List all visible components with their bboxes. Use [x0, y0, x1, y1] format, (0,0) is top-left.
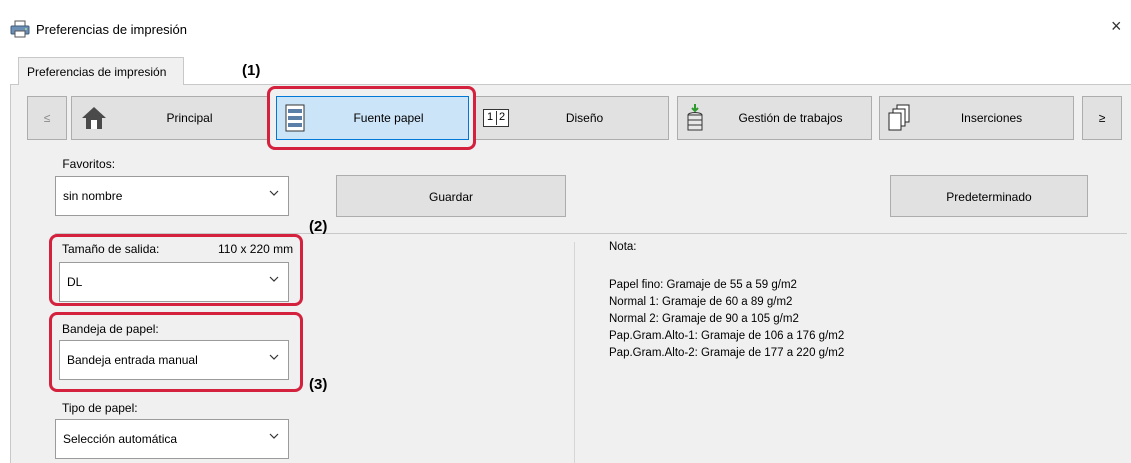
- callout-3: (3): [309, 376, 328, 393]
- tab-principal-label: Principal: [166, 111, 213, 125]
- nav-prev-button[interactable]: ≤: [27, 96, 67, 140]
- paper-type-label: Tipo de papel:: [62, 401, 138, 415]
- paper-type-select[interactable]: Selección automática: [55, 419, 289, 459]
- favorites-value: sin nombre: [63, 189, 123, 203]
- callout-1: (1): [242, 62, 261, 79]
- window-title: Preferencias de impresión: [36, 22, 188, 37]
- note-line: Normal 2: Gramaje de 90 a 105 g/m2: [609, 313, 799, 325]
- printer-icon: [10, 20, 30, 38]
- job-stack-icon: [686, 103, 704, 135]
- note-line: Papel fino: Gramaje de 55 a 59 g/m2: [609, 279, 797, 291]
- tab-inserts-label: Inserciones: [960, 111, 1023, 125]
- vertical-divider: [574, 242, 575, 463]
- close-button[interactable]: ×: [1111, 16, 1122, 37]
- tab-inserts[interactable]: Inserciones: [879, 96, 1074, 140]
- tab-print-preferences[interactable]: Preferencias de impresión: [18, 57, 184, 85]
- note-heading: Nota:: [609, 241, 637, 253]
- tab-layout-label: Diseño: [565, 111, 604, 125]
- note-line: Pap.Gram.Alto-2: Gramaje de 177 a 220 g/…: [609, 347, 845, 359]
- note-line: Normal 1: Gramaje de 60 a 89 g/m2: [609, 296, 793, 308]
- default-button-label: Predeterminado: [946, 190, 1032, 204]
- favorites-label: FFavoritos:: [62, 157, 116, 171]
- chevron-down-icon: [269, 433, 279, 439]
- home-icon: [80, 105, 108, 131]
- callout-2: (2): [309, 218, 328, 235]
- tab-layout[interactable]: 1 2 Diseño: [474, 96, 669, 140]
- chevron-down-icon: [269, 190, 279, 196]
- highlight-frame-3: [49, 312, 303, 392]
- default-button[interactable]: Predeterminado: [890, 175, 1088, 217]
- paper-type-value: Selección automática: [63, 432, 178, 446]
- highlight-frame-2: [49, 234, 303, 306]
- nav-next-label: ≥: [1098, 111, 1106, 125]
- favorites-select[interactable]: sin nombre: [55, 176, 289, 216]
- nav-prev-label: ≤: [43, 111, 51, 125]
- nav-next-button[interactable]: ≥: [1082, 96, 1122, 140]
- tab-principal[interactable]: Principal: [71, 96, 268, 140]
- save-button[interactable]: Guardar: [336, 175, 566, 217]
- note-line: Pap.Gram.Alto-1: Gramaje de 106 a 176 g/…: [609, 330, 845, 342]
- tab-job-handling-label: Gestión de trabajos: [738, 111, 843, 125]
- tab-job-handling[interactable]: Gestión de trabajos: [677, 96, 872, 140]
- highlight-frame-1: [267, 86, 476, 150]
- save-button-label: Guardar: [428, 190, 474, 204]
- insert-pages-icon: [888, 104, 910, 132]
